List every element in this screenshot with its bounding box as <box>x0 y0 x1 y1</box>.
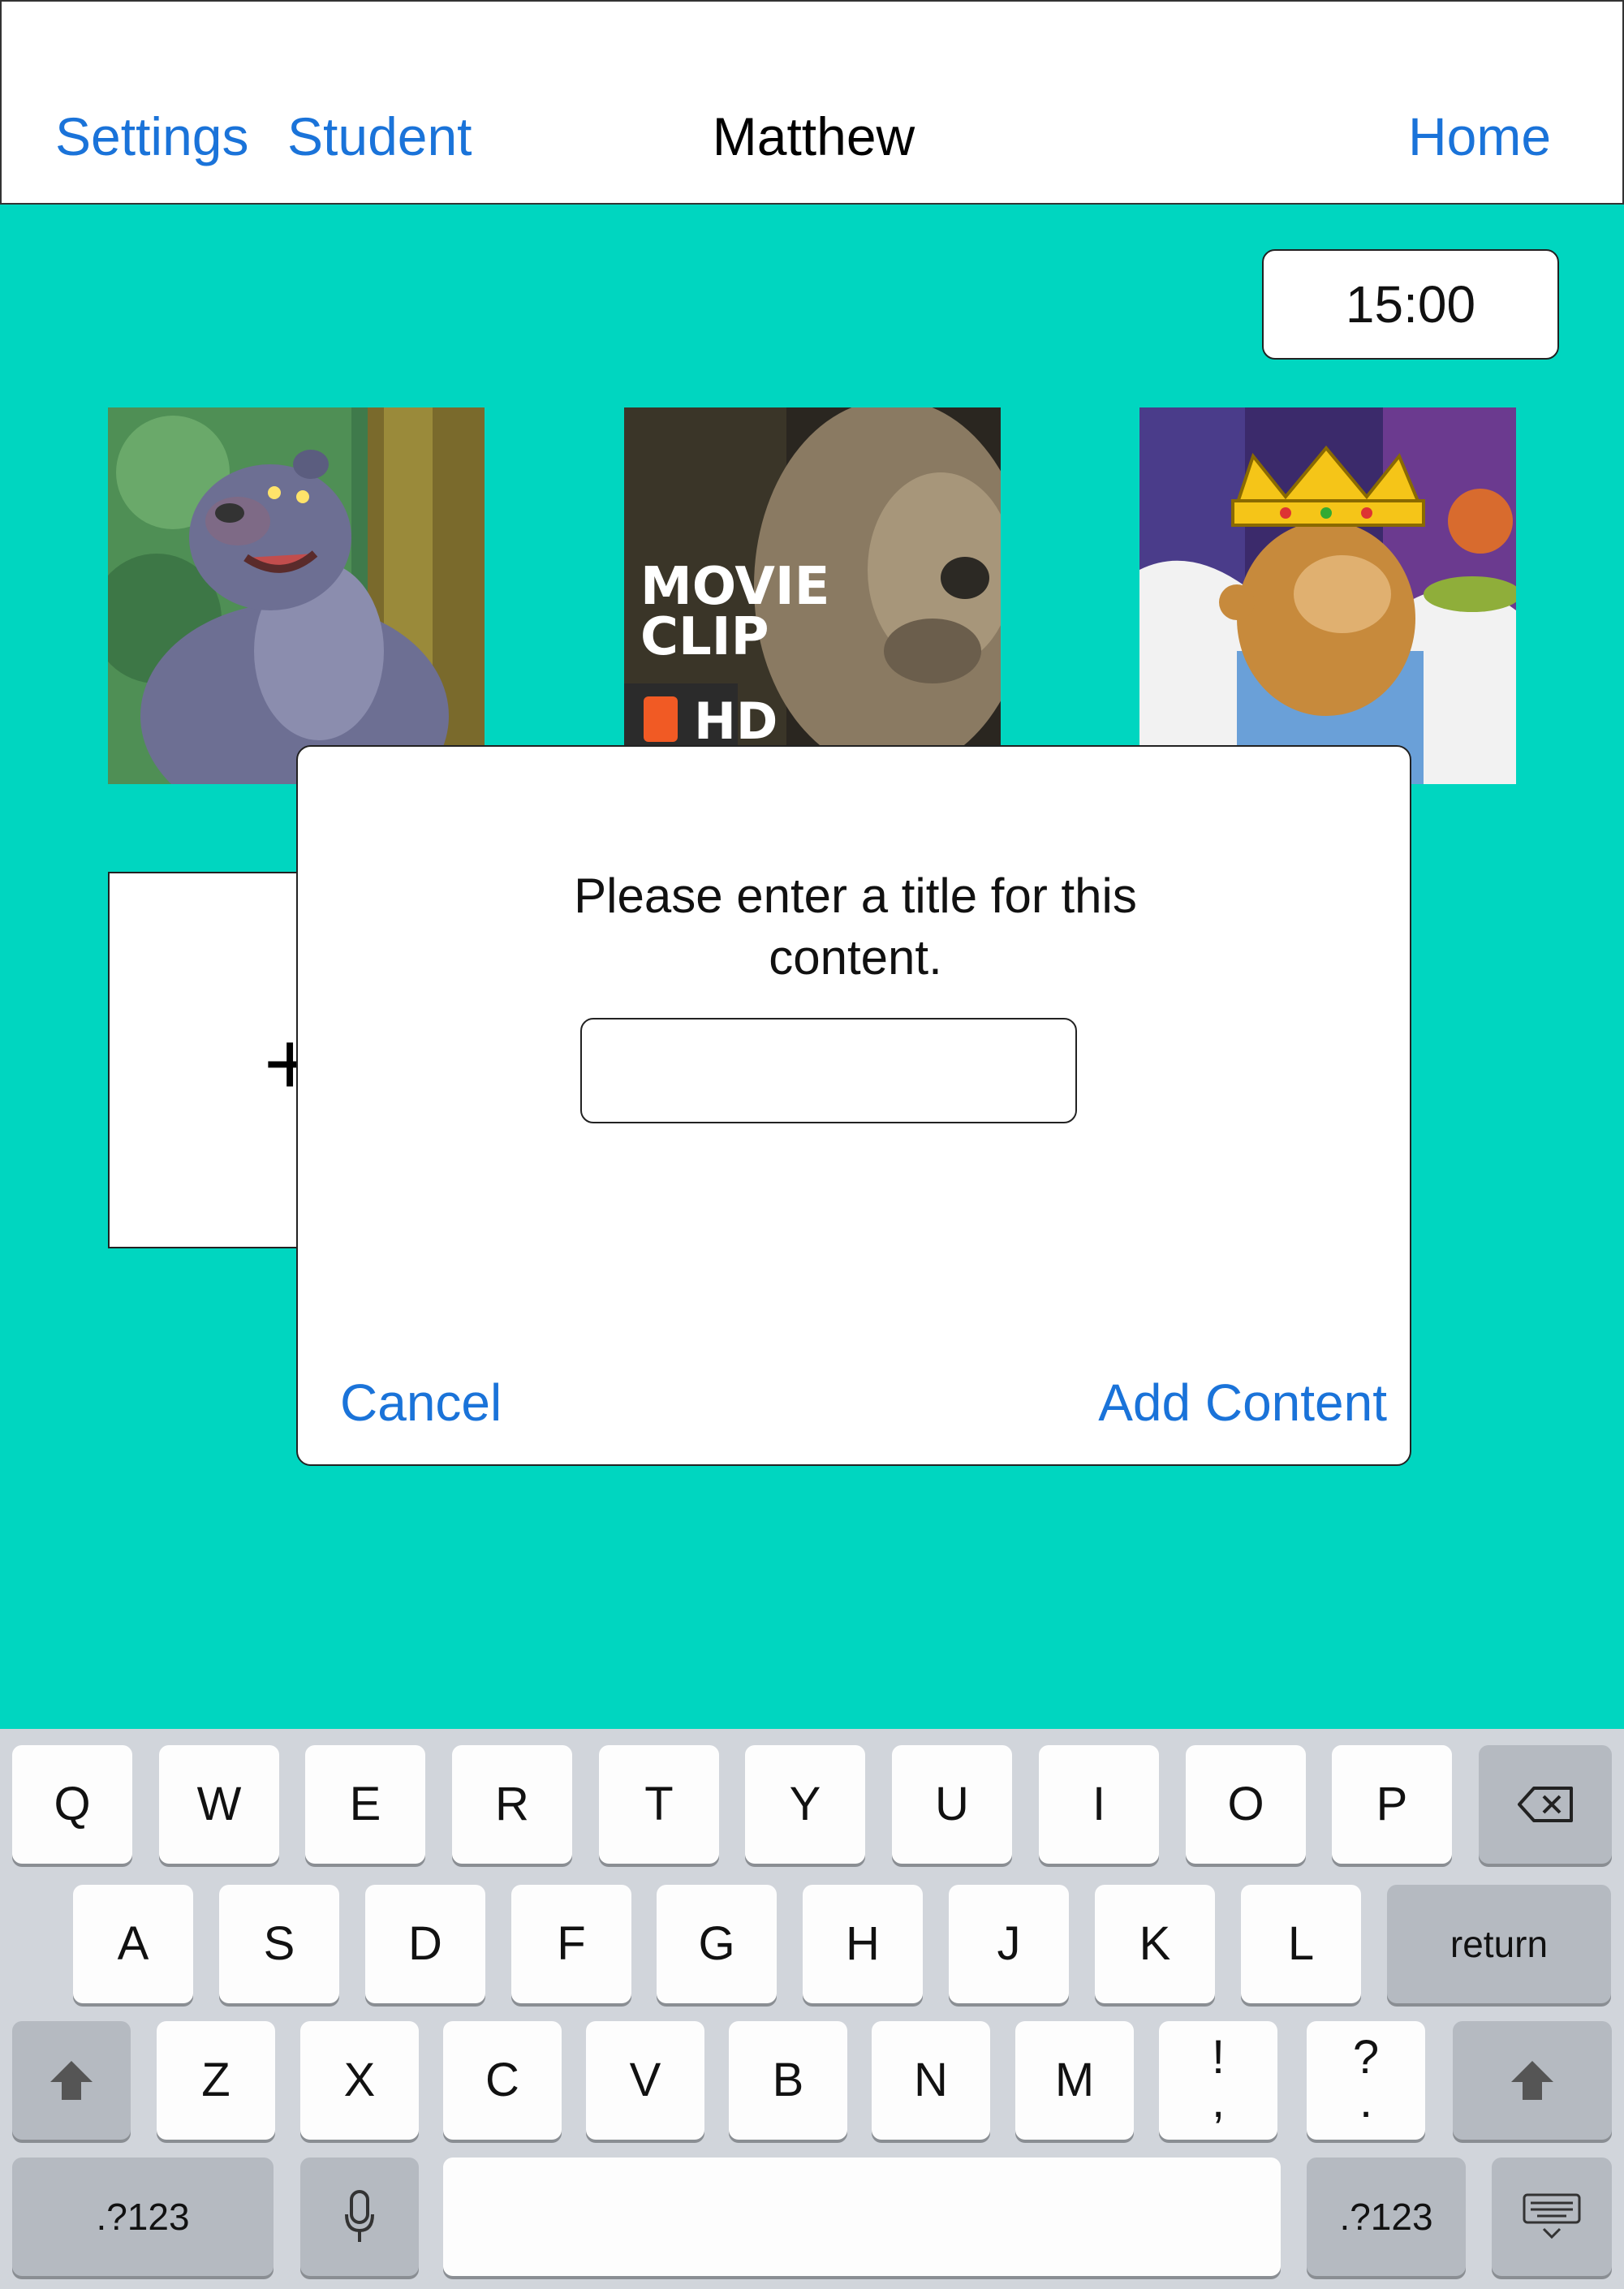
key-o[interactable]: O <box>1186 1745 1306 1864</box>
numbers-key-right[interactable]: .?123 <box>1307 2158 1466 2276</box>
key-p[interactable]: P <box>1332 1745 1452 1864</box>
key-y[interactable]: Y <box>745 1745 865 1864</box>
key-comma-bottom: , <box>1211 2075 1226 2127</box>
dialog-message: Please enter a title for this content. <box>298 865 1413 989</box>
navigation-bar: Settings Student Matthew Home <box>0 0 1624 205</box>
content-thumbnail-bear[interactable] <box>108 407 485 784</box>
backspace-icon <box>1518 1787 1573 1822</box>
key-x[interactable]: X <box>300 2021 419 2140</box>
hd-badge: HD <box>694 692 778 751</box>
shift-key-left[interactable] <box>12 2021 131 2140</box>
key-g[interactable]: G <box>657 1885 777 2003</box>
space-key[interactable] <box>443 2158 1281 2276</box>
return-key[interactable]: return <box>1387 1885 1611 2003</box>
dictation-key[interactable] <box>300 2158 419 2276</box>
key-n[interactable]: N <box>872 2021 990 2140</box>
add-content-button[interactable]: Add Content <box>1098 1372 1387 1433</box>
key-exclamation-top: ! <box>1211 2031 1226 2084</box>
keyboard-dismiss-icon <box>1523 2193 1581 2239</box>
key-t[interactable]: T <box>599 1745 719 1864</box>
key-k[interactable]: K <box>1095 1885 1215 2003</box>
bear-cartoon-thumbnail-icon <box>108 407 485 784</box>
key-w[interactable]: W <box>159 1745 279 1864</box>
key-r[interactable]: R <box>452 1745 572 1864</box>
key-q[interactable]: Q <box>12 1745 132 1864</box>
key-j[interactable]: J <box>949 1885 1069 2003</box>
key-period-bottom: . <box>1359 2075 1373 2127</box>
cancel-button[interactable]: Cancel <box>340 1372 502 1433</box>
page-title: Matthew <box>712 106 915 166</box>
key-v[interactable]: V <box>586 2021 704 2140</box>
key-s[interactable]: S <box>219 1885 339 2003</box>
numbers-key-left[interactable]: .?123 <box>12 2158 274 2276</box>
fandango-logo-icon <box>644 696 678 742</box>
onscreen-keyboard: Q W E R T Y U I O P A S D F G H J K L re… <box>0 1729 1624 2289</box>
key-i[interactable]: I <box>1039 1745 1159 1864</box>
lion-king-cartoon-thumbnail-icon <box>1139 407 1516 784</box>
key-l[interactable]: L <box>1241 1885 1361 2003</box>
key-b[interactable]: B <box>729 2021 847 2140</box>
backspace-key[interactable] <box>1479 1745 1612 1864</box>
key-h[interactable]: H <box>803 1885 923 2003</box>
key-a[interactable]: A <box>73 1885 193 2003</box>
title-input[interactable] <box>580 1018 1077 1123</box>
dismiss-keyboard-key[interactable] <box>1492 2158 1612 2276</box>
timer-display: 15:00 <box>1262 249 1559 360</box>
key-d[interactable]: D <box>365 1885 485 2003</box>
movie-clip-overlay-line1: MOVIE <box>640 557 830 617</box>
title-entry-dialog: Please enter a title for this content. C… <box>296 745 1411 1466</box>
content-thumbnail-lion-king[interactable] <box>1139 407 1516 784</box>
key-question-period[interactable]: ? . <box>1307 2021 1425 2140</box>
shift-key-right[interactable] <box>1453 2021 1612 2140</box>
shift-icon <box>50 2061 93 2100</box>
shift-icon <box>1511 2061 1553 2100</box>
key-question-top: ? <box>1352 2031 1380 2084</box>
key-m[interactable]: M <box>1015 2021 1134 2140</box>
microphone-icon <box>345 2190 374 2242</box>
movie-clip-overlay-line2: CLIP <box>640 607 769 667</box>
key-f[interactable]: F <box>511 1885 631 2003</box>
key-c[interactable]: C <box>443 2021 562 2140</box>
key-u[interactable]: U <box>892 1745 1012 1864</box>
key-e[interactable]: E <box>305 1745 425 1864</box>
dialog-message-text: Please enter a title for this content. <box>574 869 1137 985</box>
content-thumbnail-movie-clip[interactable]: MOVIE CLIP HD <box>624 407 1001 784</box>
key-exclamation-comma[interactable]: ! , <box>1159 2021 1277 2140</box>
home-link[interactable]: Home <box>1408 104 1551 169</box>
key-z[interactable]: Z <box>157 2021 275 2140</box>
